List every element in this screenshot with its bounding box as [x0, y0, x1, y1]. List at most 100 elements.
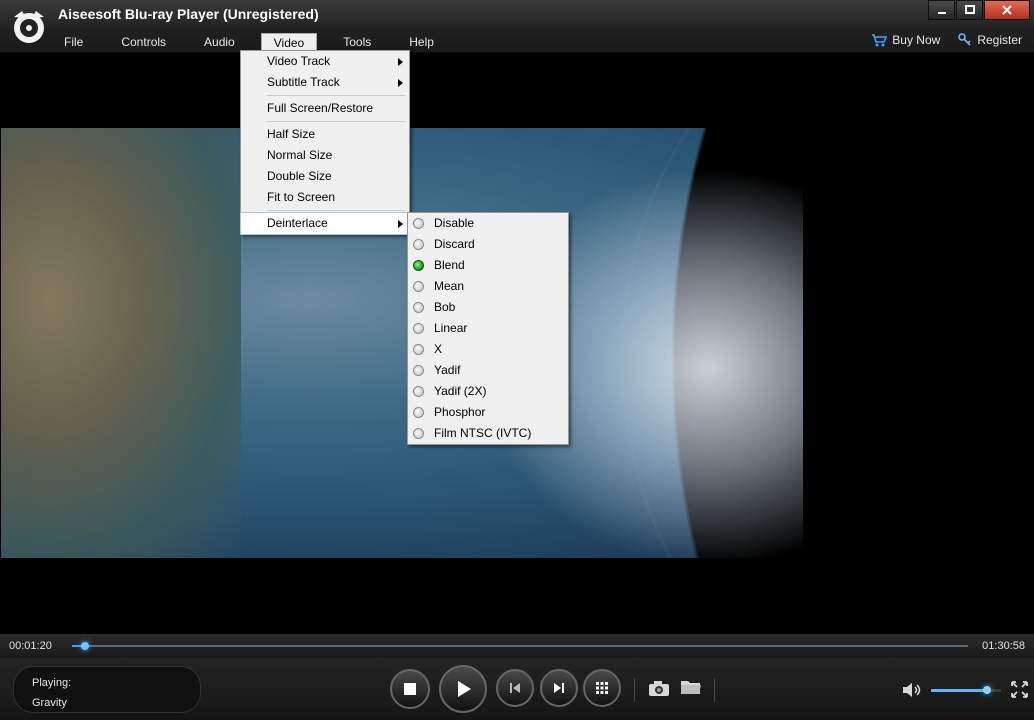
- deinterlace-option[interactable]: Yadif (2X): [408, 381, 568, 402]
- seek-handle[interactable]: [81, 642, 90, 650]
- menu-separator: [267, 121, 405, 122]
- menu-item-label: Full Screen/Restore: [267, 101, 374, 115]
- submenu-arrow-icon: [398, 220, 403, 228]
- radio-icon: [413, 344, 424, 355]
- deinterlace-option[interactable]: Bob: [408, 297, 568, 318]
- menu-help[interactable]: Help: [397, 33, 446, 51]
- menu-item-subtitle-track[interactable]: Subtitle Track: [241, 72, 409, 93]
- deinterlace-option[interactable]: Disable: [408, 213, 568, 234]
- deinterlace-option[interactable]: Film NTSC (IVTC): [408, 423, 568, 444]
- menu-item-video-track[interactable]: Video Track: [241, 51, 409, 72]
- seek-slider[interactable]: [72, 642, 968, 650]
- menu-audio[interactable]: Audio: [192, 33, 247, 51]
- register-link[interactable]: Register: [958, 33, 1022, 47]
- radio-icon: [413, 428, 424, 439]
- radio-icon: [413, 281, 424, 292]
- deinterlace-option-selected[interactable]: Blend: [408, 255, 568, 276]
- next-icon: [554, 683, 564, 693]
- deinterlace-option[interactable]: Linear: [408, 318, 568, 339]
- maximize-icon: [964, 5, 975, 14]
- now-playing-title: Gravity: [32, 697, 67, 709]
- option-label: Film NTSC (IVTC): [434, 426, 532, 440]
- previous-button[interactable]: [496, 669, 534, 707]
- option-label: X: [434, 342, 443, 356]
- volume-fill: [931, 689, 987, 692]
- deinterlace-option[interactable]: Yadif: [408, 360, 568, 381]
- menu-item-full-screen[interactable]: Full Screen/Restore: [241, 98, 409, 119]
- menu-tools[interactable]: Tools: [331, 33, 383, 51]
- submenu-arrow-icon: [398, 58, 403, 66]
- volume-handle[interactable]: [983, 686, 991, 694]
- menu-item-deinterlace[interactable]: Deinterlace: [240, 212, 410, 235]
- menu-item-half-size[interactable]: Half Size: [241, 124, 409, 145]
- radio-icon: [413, 323, 424, 334]
- control-separator: [714, 678, 715, 702]
- menu-separator: [267, 95, 405, 96]
- menu-item-label: Normal Size: [267, 148, 333, 162]
- menu-item-label: Fit to Screen: [267, 190, 336, 204]
- menu-item-fit-to-screen[interactable]: Fit to Screen: [241, 187, 409, 208]
- radio-icon: [413, 302, 424, 313]
- control-bar: Playing: Gravity: [0, 658, 1034, 720]
- menu-item-label: Half Size: [267, 127, 316, 141]
- header-links: Buy Now Register: [871, 33, 1022, 47]
- menu-bar: File Controls Audio Video Tools Help: [52, 33, 460, 51]
- app-logo-icon: [14, 11, 44, 43]
- radio-icon: [413, 218, 424, 229]
- menu-item-double-size[interactable]: Double Size: [241, 166, 409, 187]
- option-label: Disable: [434, 216, 475, 230]
- menu-item-label: Deinterlace: [267, 216, 328, 230]
- option-label: Discard: [434, 237, 475, 251]
- menu-item-normal-size[interactable]: Normal Size: [241, 145, 409, 166]
- radio-icon: [413, 407, 424, 418]
- control-separator: [634, 678, 635, 702]
- minimize-icon: [937, 12, 946, 14]
- volume-slider[interactable]: [931, 686, 1001, 694]
- deinterlace-option[interactable]: Phosphor: [408, 402, 568, 423]
- total-time: 01:30:58: [982, 640, 1025, 652]
- now-playing-panel: Playing: Gravity: [13, 666, 201, 713]
- play-button[interactable]: [439, 665, 487, 713]
- menu-grid-button[interactable]: [583, 669, 621, 707]
- option-label: Linear: [434, 321, 468, 335]
- folder-icon[interactable]: [680, 678, 702, 696]
- play-icon: [458, 681, 471, 697]
- menu-video[interactable]: Video: [260, 33, 318, 51]
- radio-icon: [413, 386, 424, 397]
- current-time: 00:01:20: [9, 640, 52, 652]
- option-label: Phosphor: [434, 405, 486, 419]
- previous-icon: [510, 683, 520, 693]
- option-label: Mean: [434, 279, 465, 293]
- option-label: Yadif (2X): [434, 384, 487, 398]
- stop-button[interactable]: [390, 669, 430, 709]
- grid-icon: [596, 682, 608, 694]
- option-label: Bob: [434, 300, 456, 314]
- video-menu: Video Track Subtitle Track Full Screen/R…: [240, 50, 410, 235]
- menu-controls[interactable]: Controls: [109, 33, 178, 51]
- close-button[interactable]: [984, 0, 1030, 20]
- radio-selected-icon: [413, 260, 424, 271]
- menu-item-label: Double Size: [267, 169, 332, 183]
- volume-icon[interactable]: [902, 682, 924, 698]
- deinterlace-option[interactable]: X: [408, 339, 568, 360]
- minimize-button[interactable]: [928, 0, 955, 20]
- camera-icon[interactable]: [648, 679, 670, 697]
- fullscreen-icon[interactable]: [1011, 681, 1028, 698]
- next-button[interactable]: [540, 669, 578, 707]
- menu-file[interactable]: File: [52, 33, 95, 51]
- submenu-arrow-icon: [398, 79, 403, 87]
- earth-land-region: [1, 128, 241, 558]
- register-label: Register: [977, 33, 1022, 47]
- deinterlace-option[interactable]: Discard: [408, 234, 568, 255]
- close-icon: [1002, 5, 1012, 15]
- window-controls: [927, 0, 1030, 20]
- maximize-button[interactable]: [956, 0, 983, 20]
- earth-limb: [621, 128, 1033, 558]
- deinterlace-option[interactable]: Mean: [408, 276, 568, 297]
- menu-item-label: Video Track: [267, 54, 331, 68]
- radio-icon: [413, 239, 424, 250]
- deinterlace-submenu: Disable Discard Blend Mean Bob Linear X …: [407, 212, 569, 445]
- key-icon: [958, 33, 971, 46]
- window-title: Aiseesoft Blu-ray Player (Unregistered): [58, 6, 319, 22]
- buy-now-link[interactable]: Buy Now: [871, 33, 940, 47]
